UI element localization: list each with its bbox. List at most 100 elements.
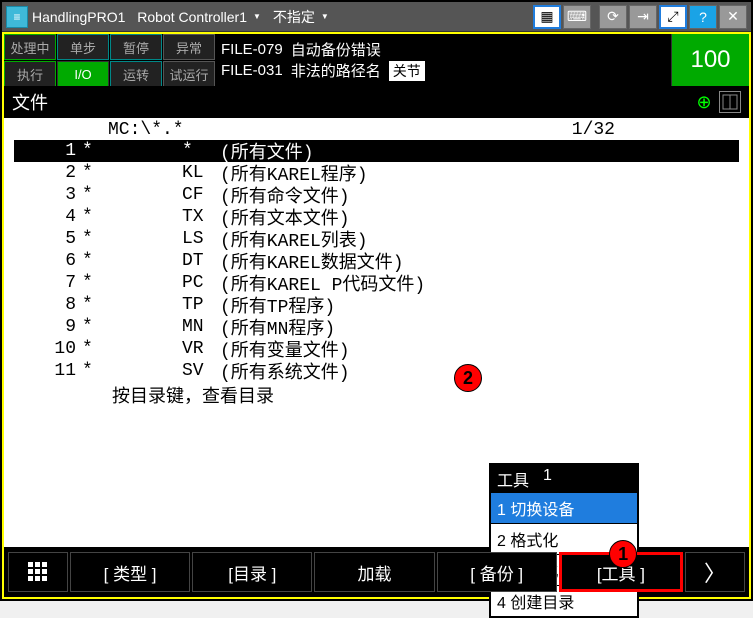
alarm-msg-2: 非法的路径名	[291, 60, 381, 81]
file-ext: MN	[182, 317, 220, 337]
file-row[interactable]: 8 * TP (所有TP程序)	[14, 294, 739, 316]
file-list: 1 * * (所有文件) 2 * KL (所有KAREL程序) 3 * CF (…	[14, 140, 739, 382]
file-star: *	[82, 185, 106, 205]
tool-popup-title-num: 1	[543, 467, 552, 491]
status-io: I/O	[57, 61, 109, 87]
chevron-down-icon[interactable]: ▼	[253, 12, 261, 21]
unspecified-label[interactable]: 不指定	[273, 7, 315, 27]
file-star: *	[82, 207, 106, 227]
file-ext: TX	[182, 207, 220, 227]
file-ext: DT	[182, 251, 220, 271]
file-star: *	[82, 339, 106, 359]
keypad-icon[interactable]: ▦	[533, 5, 561, 29]
status-test: 试运行	[163, 61, 215, 87]
tool-popup-title-label: 工具	[497, 467, 529, 491]
refresh-icon[interactable]: ⟳	[599, 5, 627, 29]
zoom-in-icon[interactable]: ⊕	[693, 91, 715, 113]
alarm-code-1: FILE-079	[221, 41, 283, 58]
tool-popup-item-switch[interactable]: 1 切换设备	[491, 493, 637, 524]
panel-title: 文件	[12, 89, 48, 115]
alarm-tag: 关节	[389, 61, 425, 81]
file-ext: LS	[182, 229, 220, 249]
annotation-marker-1: 1	[609, 540, 637, 568]
controller-name[interactable]: Robot Controller1	[137, 9, 247, 25]
override-box[interactable]: 100	[671, 34, 749, 86]
file-row[interactable]: 11 * SV (所有系统文件)	[14, 360, 739, 382]
file-row[interactable]: 4 * TX (所有文本文件)	[14, 206, 739, 228]
file-idx: 1	[14, 141, 82, 161]
split-view-icon[interactable]	[719, 91, 741, 113]
close-icon[interactable]: ✕	[719, 5, 747, 29]
file-star: *	[82, 229, 106, 249]
menu-grid-button[interactable]	[8, 552, 68, 592]
file-idx: 6	[14, 251, 82, 271]
status-grid: 处理中 单步 暂停 异常 执行 I/O 运转 试运行	[4, 34, 215, 86]
annotation-marker-2: 2	[454, 364, 482, 392]
item-num: 4	[497, 595, 506, 612]
softkey-tool[interactable]: [工具 ]1	[559, 552, 683, 592]
file-idx: 7	[14, 273, 82, 293]
app-frame: ≡ HandlingPRO1 Robot Controller1 ▼ 不指定 ▼…	[0, 0, 753, 601]
file-star: *	[82, 273, 106, 293]
item-num: 2	[497, 533, 506, 550]
file-row[interactable]: 2 * KL (所有KAREL程序)	[14, 162, 739, 184]
softkey-backup[interactable]: [ 备份 ]	[437, 552, 557, 592]
file-ext: CF	[182, 185, 220, 205]
softkey-load[interactable]: 加载	[314, 552, 434, 592]
file-row[interactable]: 6 * DT (所有KAREL数据文件)	[14, 250, 739, 272]
titlebar-text: HandlingPRO1 Robot Controller1 ▼ 不指定 ▼	[32, 7, 329, 27]
file-star: *	[82, 251, 106, 271]
item-num: 1	[497, 502, 506, 519]
step-icon[interactable]: ⇥	[629, 5, 657, 29]
file-idx: 3	[14, 185, 82, 205]
status-exec: 执行	[4, 61, 56, 87]
status-step: 单步	[57, 34, 109, 60]
status-run: 运转	[110, 61, 162, 87]
expand-icon[interactable]: ⤢	[659, 5, 687, 29]
item-label: 创建目录	[510, 595, 574, 612]
file-ext: KL	[182, 163, 220, 183]
file-star: *	[82, 295, 106, 315]
titlebar: ≡ HandlingPRO1 Robot Controller1 ▼ 不指定 ▼…	[2, 2, 751, 32]
main-panel: MC:\*.* 1/32 1 * * (所有文件) 2 * KL (所有KARE…	[2, 118, 751, 547]
titlebar-buttons-right: ⟳ ⇥ ⤢ ? ✕	[595, 5, 751, 29]
file-idx: 4	[14, 207, 82, 227]
page-indicator: 1/32	[572, 120, 735, 140]
alarm-msg-1: 自动备份错误	[291, 39, 381, 60]
file-row[interactable]: 10 * VR (所有变量文件)	[14, 338, 739, 360]
softkeys: [ 类型 ] [目录 ] 加载 [ 备份 ] [工具 ]1 〉	[2, 547, 751, 599]
file-idx: 9	[14, 317, 82, 337]
file-idx: 2	[14, 163, 82, 183]
alarm-lines: FILE-079 自动备份错误 FILE-031 非法的路径名 关节	[215, 34, 671, 86]
softkey-dir[interactable]: [目录 ]	[192, 552, 312, 592]
file-ext: TP	[182, 295, 220, 315]
status-hold: 暂停	[110, 34, 162, 60]
item-label: 切换设备	[510, 502, 574, 519]
status-row: 处理中 单步 暂停 异常 执行 I/O 运转 试运行 FILE-079 自动备份…	[2, 32, 751, 86]
file-star: *	[82, 141, 106, 161]
file-row[interactable]: 9 * MN (所有MN程序)	[14, 316, 739, 338]
file-idx: 5	[14, 229, 82, 249]
chevron-down-icon[interactable]: ▼	[321, 12, 329, 21]
item-label: 格式化	[510, 533, 558, 550]
file-star: *	[82, 361, 106, 381]
file-row[interactable]: 5 * LS (所有KAREL列表)	[14, 228, 739, 250]
help-icon[interactable]: ?	[689, 5, 717, 29]
file-ext: VR	[182, 339, 220, 359]
keyboard-icon[interactable]: ⌨	[563, 5, 591, 29]
file-ext: PC	[182, 273, 220, 293]
file-ext: SV	[182, 361, 220, 381]
status-fault: 异常	[163, 34, 215, 60]
file-idx: 11	[14, 361, 82, 381]
file-row[interactable]: 1 * * (所有文件)	[14, 140, 739, 162]
file-ext: *	[182, 141, 220, 161]
file-row[interactable]: 3 * CF (所有命令文件)	[14, 184, 739, 206]
file-row[interactable]: 7 * PC (所有KAREL P代码文件)	[14, 272, 739, 294]
softkey-type[interactable]: [ 类型 ]	[70, 552, 190, 592]
hint-text: 按目录键，查看目录	[14, 382, 739, 408]
softkey-next[interactable]: 〉	[685, 552, 745, 592]
app-name: HandlingPRO1	[32, 9, 125, 25]
alarm-code-2: FILE-031	[221, 62, 283, 79]
file-star: *	[82, 317, 106, 337]
titlebar-buttons: ▦ ⌨	[529, 5, 595, 29]
